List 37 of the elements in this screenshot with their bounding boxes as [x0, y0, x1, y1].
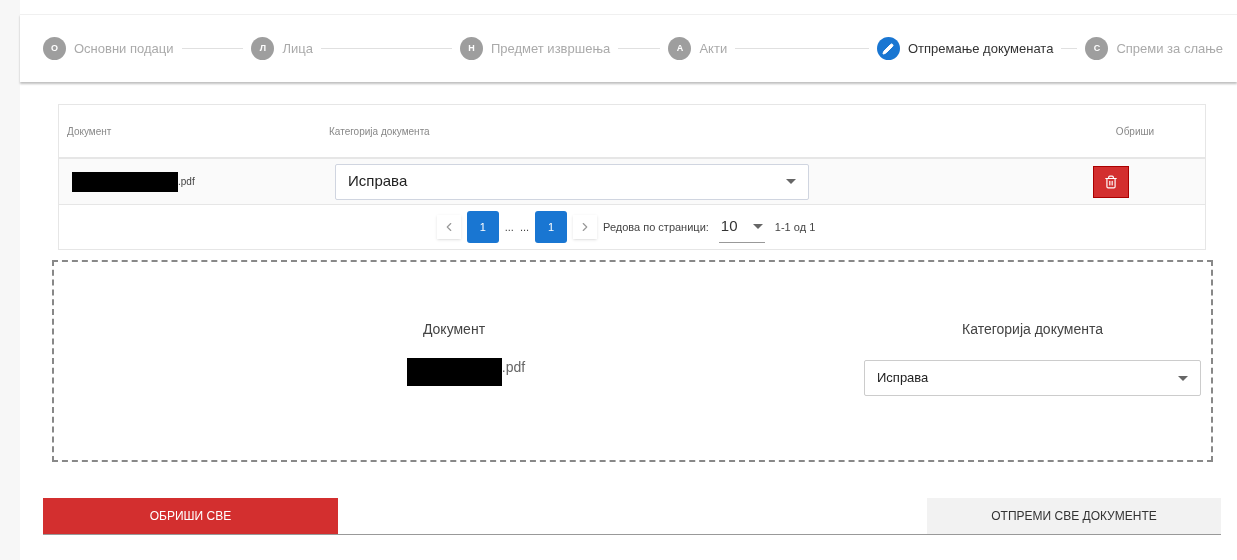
- step-badge: Л: [251, 37, 275, 60]
- step-label[interactable]: Основни подаци: [74, 38, 174, 59]
- step-label[interactable]: Акти: [699, 38, 728, 59]
- next-page-button[interactable]: [573, 215, 598, 239]
- category-select[interactable]: Исправа: [864, 360, 1201, 396]
- rows-per-page-select[interactable]: 10: [718, 211, 765, 243]
- category-select[interactable]: Исправа: [335, 163, 809, 200]
- step-label[interactable]: Лица: [282, 38, 313, 59]
- column-header: Категорија документа: [329, 124, 431, 139]
- rows-per-page-label: Редова по страници:: [603, 219, 709, 235]
- page-button[interactable]: 1: [535, 211, 568, 243]
- pencil-icon: [876, 37, 900, 60]
- page-button[interactable]: 1: [466, 211, 499, 243]
- file-name: .pdf: [178, 175, 195, 189]
- step-badge: А: [668, 37, 692, 60]
- column-header: Документ: [67, 124, 113, 139]
- document-label: Документ: [422, 320, 486, 339]
- step-badge: О: [43, 37, 66, 60]
- delete-all-button[interactable]: ОБРИШИ СВЕ: [43, 498, 338, 534]
- previous-page-button[interactable]: [436, 215, 461, 239]
- delete-button[interactable]: [1093, 165, 1129, 198]
- ellipsis: ...: [519, 219, 530, 235]
- page-range: 1-1 од 1: [774, 219, 816, 235]
- dropdown-caret-icon: [1178, 375, 1188, 381]
- file-name: .pdf: [501, 357, 526, 377]
- ellipsis: ...: [504, 219, 514, 235]
- step-label[interactable]: Спреми за слање: [1116, 38, 1224, 59]
- step-label[interactable]: Предмет извршења: [490, 38, 611, 59]
- step-badge: С: [1085, 37, 1109, 60]
- dropdown-caret-icon: [752, 224, 763, 229]
- dropdown-caret-icon: [786, 179, 796, 184]
- upload-all-button[interactable]: ОТПРЕМИ СВЕ ДОКУМЕНТЕ: [927, 498, 1221, 534]
- category-label: Категорија документа: [962, 320, 1103, 339]
- column-header: Обриши: [1114, 124, 1156, 139]
- trash-icon: [1104, 174, 1118, 189]
- step-label[interactable]: Отпремање докумената: [907, 38, 1054, 59]
- step-badge: Н: [459, 37, 483, 60]
